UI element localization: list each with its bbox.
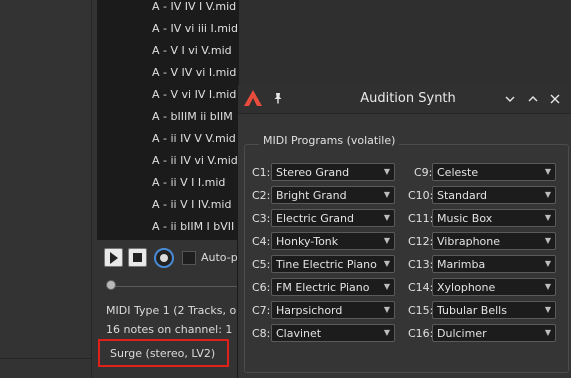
dropdown-arrow-icon: ▼ (383, 282, 390, 291)
volume-knob[interactable] (154, 248, 174, 268)
channel-label: C11: (408, 212, 434, 225)
dropdown-arrow-icon: ▼ (544, 167, 551, 176)
channel-label: C2: (252, 189, 271, 202)
dropdown-arrow-icon: ▼ (544, 259, 551, 268)
autoplay-label: Auto-p (201, 251, 238, 264)
left-panel (0, 0, 97, 378)
audition-synth-window: Audition Synth MIDI Programs (volatile) … (237, 85, 571, 378)
channel-label: C1: (252, 166, 271, 179)
dropdown-arrow-icon: ▼ (383, 305, 390, 314)
channel-label: C4: (252, 235, 271, 248)
play-button[interactable] (104, 248, 123, 267)
program-select-c2[interactable]: Bright Grand ▼ (271, 186, 395, 204)
channel-label: C14: (408, 281, 434, 294)
seek-slider-handle[interactable] (106, 280, 116, 290)
pin-icon[interactable] (271, 91, 285, 105)
app-logo-icon (244, 90, 262, 106)
program-select-c15[interactable]: Tubular Bells ▼ (432, 301, 556, 319)
list-item[interactable]: A - V I vi V.mid (152, 44, 232, 57)
notes-info: 16 notes on channel: 1 (106, 323, 233, 336)
list-item[interactable]: A - ii IV V V.mid (152, 132, 236, 145)
midi-info: MIDI Type 1 (2 Tracks, on (106, 304, 244, 317)
program-select-c8[interactable]: Clavinet ▼ (271, 324, 395, 342)
channel-label: C3: (252, 212, 271, 225)
channel-label: C12: (408, 235, 434, 248)
list-item[interactable]: A - ii V I I.mid (152, 176, 225, 189)
dropdown-arrow-icon: ▼ (544, 236, 551, 245)
dropdown-arrow-icon: ▼ (544, 328, 551, 337)
dropdown-arrow-icon: ▼ (544, 305, 551, 314)
channel-label: C9: (414, 166, 433, 179)
program-select-c12[interactable]: Vibraphone ▼ (432, 232, 556, 250)
channel-label: C5: (252, 258, 271, 271)
dropdown-arrow-icon: ▼ (544, 213, 551, 222)
program-select-c3[interactable]: Electric Grand ▼ (271, 209, 395, 227)
close-icon[interactable] (548, 92, 562, 106)
midi-file-list[interactable]: A - IV IV I V.mid A - IV vi iii I.mid A … (97, 0, 239, 240)
list-item[interactable]: A - V IV vi I.mid (152, 66, 236, 79)
channel-label: C16: (408, 327, 434, 340)
program-select-c4[interactable]: Honky-Tonk ▼ (271, 232, 395, 250)
dropdown-arrow-icon: ▼ (383, 190, 390, 199)
dropdown-arrow-icon: ▼ (383, 167, 390, 176)
list-item[interactable]: A - V vi IV I.mid (152, 88, 236, 101)
dropdown-arrow-icon: ▼ (383, 328, 390, 337)
list-item[interactable]: A - IV IV I V.mid (152, 0, 236, 13)
stop-button[interactable] (128, 248, 147, 267)
dropdown-arrow-icon: ▼ (383, 259, 390, 268)
channel-label: C6: (252, 281, 271, 294)
channel-label: C7: (252, 304, 271, 317)
list-item[interactable]: A - ii bIIM I bVII (152, 220, 234, 233)
program-select-c14[interactable]: Xylophone ▼ (432, 278, 556, 296)
panel-divider (91, 0, 92, 378)
list-item[interactable]: A - ii V I IV.mid (152, 198, 231, 211)
chevron-up-icon[interactable] (526, 92, 540, 106)
group-title: MIDI Programs (volatile) (259, 134, 400, 147)
knob-indicator (160, 254, 168, 262)
channel-label: C10: (408, 189, 434, 202)
dropdown-arrow-icon: ▼ (544, 190, 551, 199)
program-select-c6[interactable]: FM Electric Piano ▼ (271, 278, 395, 296)
window-title: Audition Synth (360, 91, 456, 106)
program-select-c11[interactable]: Music Box ▼ (432, 209, 556, 227)
play-icon (110, 252, 118, 264)
program-select-c5[interactable]: Tine Electric Piano ▼ (271, 255, 395, 273)
program-select-c10[interactable]: Standard ▼ (432, 186, 556, 204)
panel-divider-horizontal (0, 358, 92, 359)
program-select-c7[interactable]: Harpsichord ▼ (271, 301, 395, 319)
seek-slider-track[interactable] (112, 286, 237, 287)
chevron-down-icon[interactable] (503, 92, 517, 106)
dropdown-arrow-icon: ▼ (544, 282, 551, 291)
list-item[interactable]: A - bIIIM ii bIIM (152, 110, 233, 123)
dropdown-arrow-icon: ▼ (383, 213, 390, 222)
plugin-name[interactable]: Surge (stereo, LV2) (110, 347, 215, 360)
channel-label: C8: (252, 327, 271, 340)
channel-label: C13: (408, 258, 434, 271)
window-titlebar[interactable]: Audition Synth (238, 85, 571, 114)
autoplay-checkbox[interactable] (182, 251, 196, 265)
program-select-c16[interactable]: Dulcimer ▼ (432, 324, 556, 342)
list-item[interactable]: A - IV vi iii I.mid (152, 22, 238, 35)
dropdown-arrow-icon: ▼ (383, 236, 390, 245)
channel-label: C15: (408, 304, 434, 317)
program-select-c9[interactable]: Celeste ▼ (432, 163, 556, 181)
program-select-c1[interactable]: Stereo Grand ▼ (271, 163, 395, 181)
stop-icon (133, 253, 142, 262)
program-select-c13[interactable]: Marimba ▼ (432, 255, 556, 273)
list-item[interactable]: A - ii IV vi V.mid (152, 154, 238, 167)
